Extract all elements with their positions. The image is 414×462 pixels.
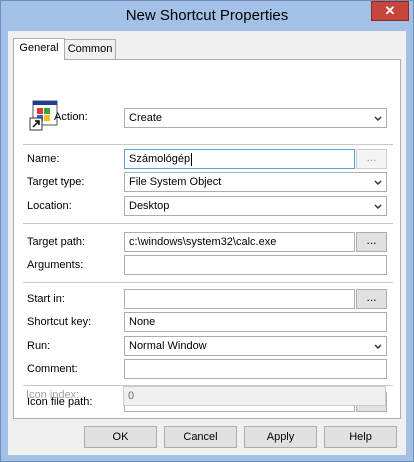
start-in-field[interactable] xyxy=(124,289,355,309)
title-bar[interactable]: New Shortcut Properties ✕ xyxy=(1,1,413,31)
location-label: Location: xyxy=(27,200,72,212)
general-tab-panel: Action: Create Name: Számológép ... Targ… xyxy=(13,59,401,419)
chevron-down-icon xyxy=(374,344,382,350)
comment-label: Comment: xyxy=(27,363,78,375)
text-caret xyxy=(191,152,193,166)
icon-index-label: Icon index: xyxy=(26,389,80,401)
run-dropdown[interactable]: Normal Window xyxy=(124,336,387,356)
action-label: Action: xyxy=(54,111,88,123)
target-type-dropdown[interactable]: File System Object xyxy=(124,172,387,192)
shortcut-key-field[interactable]: None xyxy=(124,312,387,332)
chevron-down-icon xyxy=(374,180,382,186)
arguments-field[interactable] xyxy=(124,255,387,275)
start-in-browse-button[interactable]: ... xyxy=(356,289,387,309)
dialog-window: New Shortcut Properties ✕ General Common… xyxy=(0,0,414,462)
apply-button[interactable]: Apply xyxy=(244,426,317,448)
close-icon: ✕ xyxy=(384,3,396,18)
target-type-value: File System Object xyxy=(129,176,222,188)
target-path-field[interactable]: c:\windows\system32\calc.exe xyxy=(124,232,355,252)
name-label: Name: xyxy=(27,153,60,165)
run-label: Run: xyxy=(27,340,51,352)
start-in-label: Start in: xyxy=(27,293,65,305)
target-path-label: Target path: xyxy=(27,236,86,248)
separator xyxy=(23,144,393,145)
arguments-label: Arguments: xyxy=(27,259,84,271)
location-value: Desktop xyxy=(129,200,170,212)
comment-field[interactable] xyxy=(124,359,387,379)
separator xyxy=(23,282,393,283)
target-type-label: Target type: xyxy=(27,176,85,188)
action-value: Create xyxy=(129,112,163,124)
ok-button[interactable]: OK xyxy=(84,426,157,448)
tab-common[interactable]: Common xyxy=(64,39,116,59)
icon-index-field: 0 xyxy=(123,386,386,406)
separator xyxy=(23,223,393,224)
name-browse-button[interactable]: ... xyxy=(356,149,387,169)
window-title: New Shortcut Properties xyxy=(125,7,289,24)
name-field[interactable]: Számológép xyxy=(124,149,355,169)
action-dropdown[interactable]: Create xyxy=(124,108,387,128)
chevron-down-icon xyxy=(374,204,382,210)
shortcut-key-label: Shortcut key: xyxy=(27,316,92,328)
location-dropdown[interactable]: Desktop xyxy=(124,196,387,216)
name-value: Számológép xyxy=(129,153,191,165)
help-button[interactable]: Help xyxy=(324,426,397,448)
tab-general[interactable]: General xyxy=(13,38,65,60)
chevron-down-icon xyxy=(374,116,382,122)
dialog-client: General Common Action: Create Name: Szám… xyxy=(8,31,406,455)
run-value: Normal Window xyxy=(129,340,207,352)
close-button[interactable]: ✕ xyxy=(371,1,409,21)
cancel-button[interactable]: Cancel xyxy=(164,426,237,448)
target-path-browse-button[interactable]: ... xyxy=(356,232,387,252)
